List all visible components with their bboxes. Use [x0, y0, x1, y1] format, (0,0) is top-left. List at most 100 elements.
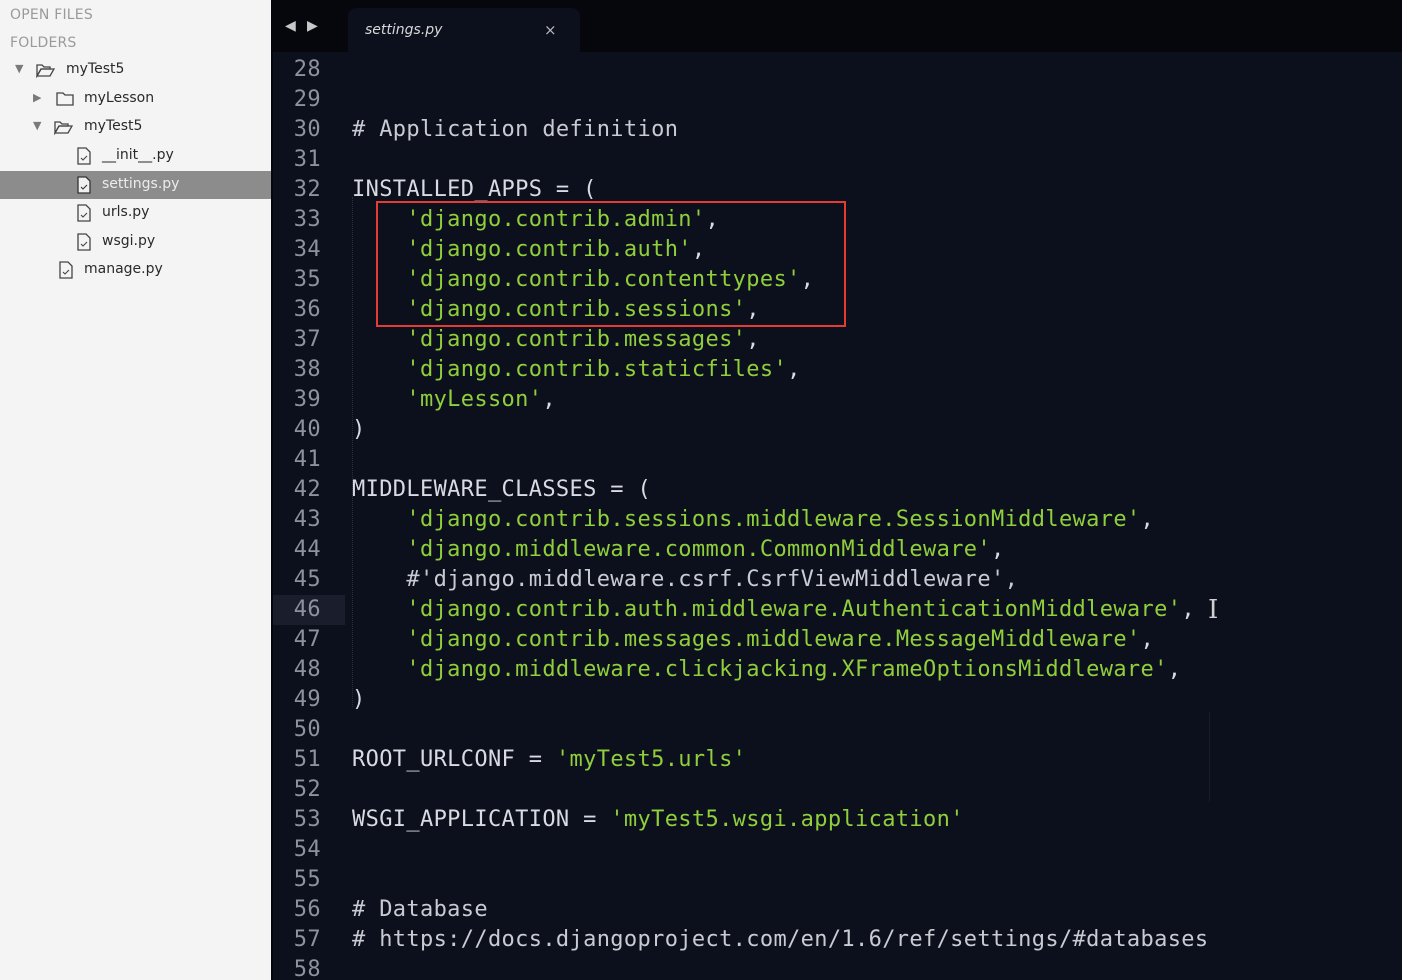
tree-item-label: urls.py — [102, 204, 150, 220]
next-tab-icon[interactable]: ▶ — [307, 18, 318, 34]
line-number: 50 — [293, 717, 321, 742]
code-text: # Application definition — [352, 115, 678, 145]
comment-token: # https://docs.djangoproject.com/en/1.6/… — [352, 927, 1209, 952]
code-text: 'django.contrib.auth.middleware.Authenti… — [352, 595, 1195, 625]
code-token: INSTALLED_APPS = ( — [352, 177, 597, 202]
code-token: ) — [352, 687, 366, 712]
code-token: , — [990, 537, 1005, 562]
line-number: 56 — [293, 897, 321, 922]
code-text: ) — [352, 415, 366, 445]
code-token: ROOT_URLCONF = — [352, 747, 556, 772]
string-token: 'django.contrib.messages' — [406, 327, 747, 352]
tree-item-settings-py[interactable]: settings.py — [0, 171, 271, 199]
string-token: 'myLesson' — [406, 387, 543, 412]
tab-title: settings.py — [365, 22, 443, 38]
tab-settings-py[interactable]: settings.py × — [348, 8, 580, 52]
code-editor[interactable]: 28 29 30 # Application definition 31 32 INSTAL… — [273, 52, 1402, 980]
code-text: # https://docs.djangoproject.com/en/1.6/… — [352, 925, 1209, 955]
string-token: 'django.contrib.sessions.middleware.Sess… — [406, 507, 1141, 532]
line-number: 58 — [293, 957, 321, 980]
tree-item-mytest5-package[interactable]: ▼ myTest5 — [0, 113, 271, 141]
tab-bar: ◀ ▶ settings.py × — [273, 0, 1402, 52]
code-token: , — [1167, 657, 1182, 682]
file-icon — [77, 147, 91, 165]
close-tab-icon[interactable]: × — [544, 21, 557, 39]
line-number: 36 — [293, 297, 321, 322]
code-token: , — [1140, 507, 1155, 532]
tree-item-wsgi-py[interactable]: wsgi.py — [0, 228, 271, 256]
text-cursor-icon: I — [1208, 595, 1219, 625]
line-number: 29 — [293, 87, 321, 112]
line-number: 49 — [293, 687, 321, 712]
code-token: , — [787, 357, 801, 382]
code-token: , — [1140, 627, 1155, 652]
code-text: 'django.contrib.messages.middleware.Mess… — [352, 625, 1154, 655]
code-text: 'django.contrib.messages', — [352, 325, 760, 355]
line-number: 31 — [293, 147, 321, 172]
string-token: 'myTest5.wsgi.application' — [610, 807, 964, 832]
code-text: WSGI_APPLICATION = 'myTest5.wsgi.applica… — [352, 805, 964, 835]
expanded-arrow-icon[interactable]: ▼ — [33, 119, 41, 132]
comment-token: # Database — [352, 897, 488, 922]
file-icon — [77, 176, 91, 194]
code-text: 'django.middleware.common.CommonMiddlewa… — [352, 535, 1005, 565]
annotation-highlight-box — [376, 201, 846, 327]
code-text: ROOT_URLCONF = 'myTest5.urls' — [352, 745, 746, 775]
code-folding-marker — [1209, 712, 1402, 802]
code-text: 'myLesson', — [352, 385, 556, 415]
line-number: 43 — [293, 507, 321, 532]
code-token: WSGI_APPLICATION = — [352, 807, 611, 832]
comment-token: # Application definition — [352, 117, 679, 142]
line-number: 45 — [293, 567, 321, 592]
code-text: ) — [352, 685, 366, 715]
line-number: 42 — [293, 477, 321, 502]
string-token: 'myTest5.urls' — [555, 747, 747, 772]
code-text: #'django.middleware.csrf.CsrfViewMiddlew… — [352, 565, 1018, 595]
editor-window: OPEN FILES FOLDERS ▼ myTest5 ▶ myLesson … — [0, 0, 1402, 980]
tree-item-manage-py[interactable]: manage.py — [0, 256, 271, 284]
string-token: 'django.contrib.staticfiles' — [406, 357, 788, 382]
line-number: 47 — [293, 627, 321, 652]
line-number: 46 — [293, 597, 321, 622]
string-token: 'django.contrib.auth.middleware.Authenti… — [406, 597, 1182, 622]
line-number: 55 — [293, 867, 321, 892]
line-number: 48 — [293, 657, 321, 682]
tree-item-label: __init__.py — [102, 147, 174, 163]
line-number: 39 — [293, 387, 321, 412]
line-number: 35 — [293, 267, 321, 292]
line-number: 41 — [293, 447, 321, 472]
line-number: 53 — [293, 807, 321, 832]
open-files-heading: OPEN FILES — [10, 7, 93, 23]
tree-item-mylesson[interactable]: ▶ myLesson — [0, 85, 271, 113]
file-icon — [59, 261, 73, 279]
string-token: 'django.middleware.clickjacking.XFrameOp… — [406, 657, 1168, 682]
line-number: 40 — [293, 417, 321, 442]
line-number: 57 — [293, 927, 321, 952]
collapsed-arrow-icon[interactable]: ▶ — [33, 91, 41, 104]
tree-item-urls-py[interactable]: urls.py — [0, 199, 271, 227]
code-text: 'django.middleware.clickjacking.XFrameOp… — [352, 655, 1181, 685]
line-number: 32 — [293, 177, 321, 202]
line-number: 30 — [293, 117, 321, 142]
code-token: ) — [352, 417, 366, 442]
line-number: 51 — [293, 747, 321, 772]
tree-item-label: myTest5 — [84, 118, 143, 134]
tree-item-label: settings.py — [102, 176, 180, 192]
file-icon — [77, 233, 91, 251]
string-token: 'django.middleware.common.CommonMiddlewa… — [406, 537, 991, 562]
line-number: 33 — [293, 207, 321, 232]
previous-tab-icon[interactable]: ◀ — [285, 18, 296, 34]
code-token: MIDDLEWARE_CLASSES = ( — [352, 477, 652, 502]
tree-item-mytest5-root[interactable]: ▼ myTest5 — [0, 56, 271, 84]
code-text: 'django.contrib.sessions.middleware.Sess… — [352, 505, 1154, 535]
tree-item-init-py[interactable]: __init__.py — [0, 142, 271, 170]
tree-item-label: manage.py — [84, 261, 163, 277]
code-token: , — [542, 387, 556, 412]
expanded-arrow-icon[interactable]: ▼ — [15, 62, 23, 75]
code-text: 'django.contrib.staticfiles', — [352, 355, 801, 385]
